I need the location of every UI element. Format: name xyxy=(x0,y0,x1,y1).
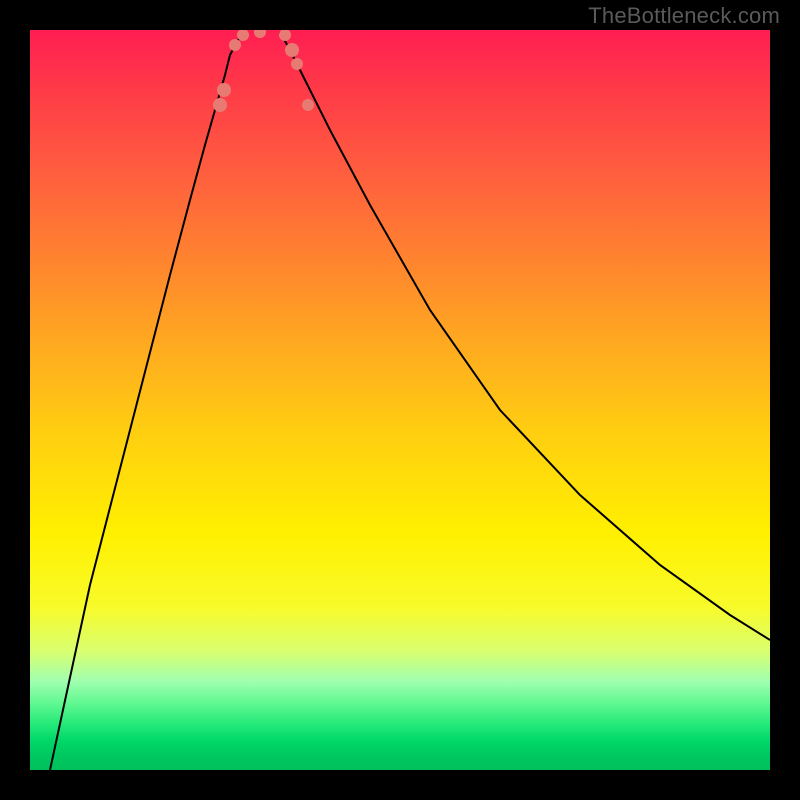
data-marker xyxy=(254,30,266,38)
plot-area xyxy=(30,30,770,770)
chart-frame: TheBottleneck.com xyxy=(0,0,800,800)
data-marker xyxy=(229,39,241,51)
data-marker xyxy=(279,30,291,41)
watermark-text: TheBottleneck.com xyxy=(588,3,780,29)
data-marker xyxy=(285,43,299,57)
markers-group xyxy=(213,30,314,112)
right-curve xyxy=(280,32,770,640)
data-marker xyxy=(213,98,227,112)
data-marker xyxy=(291,58,303,70)
data-marker xyxy=(302,99,314,111)
data-marker xyxy=(217,83,231,97)
curves-svg xyxy=(30,30,770,770)
left-curve xyxy=(50,32,245,770)
